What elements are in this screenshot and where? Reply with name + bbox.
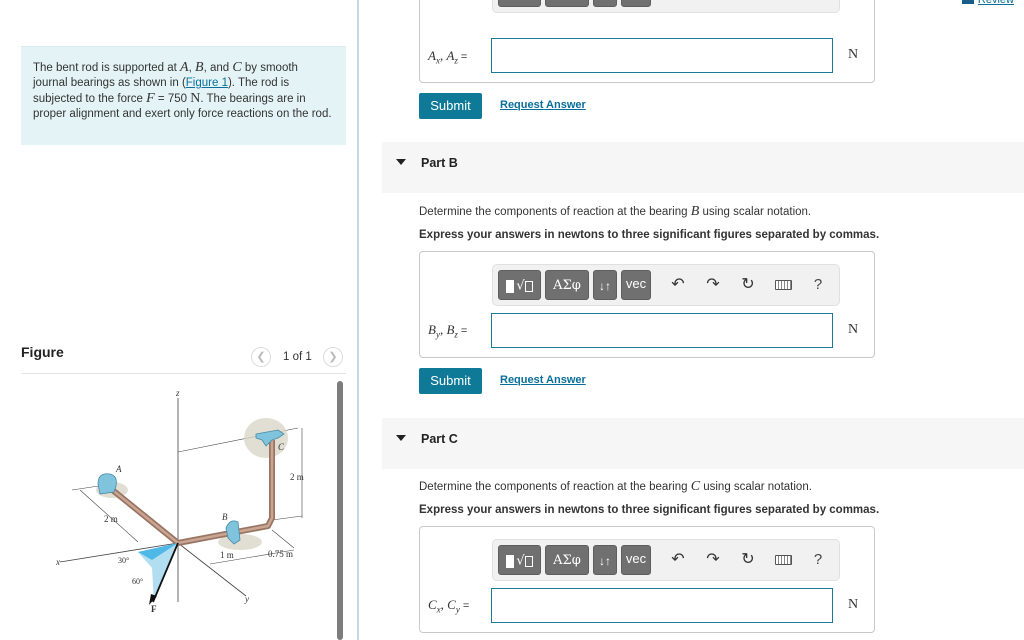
label-dimension-1m: 1 m <box>220 550 234 560</box>
part-a-answer-box: Ax, Az = N <box>419 0 875 83</box>
arrows-button[interactable]: ↓↑ <box>593 270 617 300</box>
fraction-root-template-button[interactable]: √ <box>498 545 541 575</box>
fraction-root-template-button[interactable]: √ <box>498 270 541 300</box>
greek-symbols-button[interactable]: ΑΣφ <box>545 545 589 575</box>
part-c-variable-label: Cx, Cy = <box>428 597 470 615</box>
part-b-title: Part B <box>421 156 458 170</box>
label-c: C <box>278 442 285 452</box>
label-dimension-075m: 0.75 m <box>268 549 293 559</box>
bearing-a <box>97 473 117 495</box>
greek-symbols-button[interactable] <box>545 0 589 7</box>
part-b-header[interactable]: Part B <box>382 142 1024 193</box>
book-icon <box>961 0 974 4</box>
problem-statement: The bent rod is supported at A, B, and C… <box>21 46 346 145</box>
bent-rod-diagram: z x y A B C F 2 m 2 m 1 m 0.75 m 30° 60° <box>55 388 304 614</box>
part-b-unit: N <box>848 322 859 337</box>
vector-button[interactable] <box>621 0 651 7</box>
figure-title: Figure <box>21 344 64 360</box>
part-c-answer-box: √ ΑΣφ ↓↑ vec ↶ ↷ ↻ ? Cx, Cy = N <box>419 526 875 633</box>
part-a-request-answer-link[interactable]: Request Answer <box>500 99 586 111</box>
undo-icon[interactable]: ↶ <box>666 273 690 297</box>
chevron-right-icon[interactable]: ❯ <box>323 347 343 367</box>
figure-header: Figure ❮ 1 of 1 ❯ <box>21 342 346 374</box>
part-c-instruction: Determine the components of reaction at … <box>419 479 812 494</box>
part-a-unit: N <box>848 47 859 62</box>
label-angle-30: 30° <box>118 556 129 565</box>
y-axis <box>177 542 247 597</box>
label-dimension-2m-vertical: 2 m <box>290 472 304 482</box>
figure-pager: 1 of 1 <box>283 351 312 363</box>
part-c-unit: N <box>848 597 859 612</box>
part-b-submit-button[interactable]: Submit <box>419 368 482 394</box>
arrows-button[interactable]: ↓↑ <box>593 545 617 575</box>
fraction-root-template-button[interactable] <box>498 0 541 7</box>
undo-icon[interactable]: ↶ <box>666 548 690 572</box>
redo-icon[interactable]: ↷ <box>701 548 725 572</box>
guide-line <box>271 529 295 549</box>
problem-text: , and <box>203 62 233 74</box>
redo-icon[interactable]: ↷ <box>701 273 725 297</box>
part-c-header[interactable]: Part C <box>382 418 1024 469</box>
reset-icon[interactable]: ↻ <box>736 548 760 572</box>
review-link[interactable]: Review <box>961 0 1014 6</box>
label-x-axis: x <box>55 557 60 567</box>
part-b-answer-input[interactable] <box>491 313 833 348</box>
keyboard-icon[interactable] <box>771 273 795 297</box>
problem-text: = 750 <box>154 93 191 105</box>
part-a-answer-input[interactable] <box>491 38 833 73</box>
part-b-answer-box: √ ΑΣφ ↓↑ vec ↶ ↷ ↻ ? By, Bz = N <box>419 251 875 358</box>
var-a: A <box>180 60 189 75</box>
math-toolbar: √ ΑΣφ ↓↑ vec ↶ ↷ ↻ ? <box>492 539 840 581</box>
label-dimension-2m: 2 m <box>104 514 118 524</box>
part-b-format-note: Express your answers in newtons to three… <box>419 229 880 241</box>
caret-down-icon <box>396 159 406 165</box>
var-c: C <box>232 60 242 75</box>
arrows-button[interactable] <box>593 0 617 7</box>
var-f: F <box>146 91 155 106</box>
part-c-answer-input[interactable] <box>491 588 833 623</box>
caret-down-icon <box>396 435 406 441</box>
label-angle-60: 60° <box>132 577 143 586</box>
part-c-format-note: Express your answers in newtons to three… <box>419 504 880 516</box>
vector-button[interactable]: vec <box>621 270 651 300</box>
chevron-left-icon[interactable]: ❮ <box>251 347 271 367</box>
part-b-variable-label: By, Bz = <box>428 322 468 340</box>
keyboard-icon[interactable] <box>771 548 795 572</box>
fraction-root-template-icon: √ <box>506 271 533 302</box>
help-button[interactable]: ? <box>806 273 830 297</box>
figure-link[interactable]: Figure 1 <box>186 77 228 89</box>
vector-button[interactable]: vec <box>621 545 651 575</box>
label-b: B <box>222 512 228 522</box>
help-button[interactable]: ? <box>806 548 830 572</box>
left-pane: The bent rod is supported at A, B, and C… <box>0 0 358 640</box>
label-z-axis: z <box>175 388 180 398</box>
math-toolbar <box>492 0 840 13</box>
review-label: Review <box>977 0 1014 6</box>
reset-icon[interactable]: ↻ <box>736 273 760 297</box>
figure-scrollbar[interactable] <box>337 381 343 640</box>
part-a-submit-button[interactable]: Submit <box>419 93 482 119</box>
part-b-request-answer-link[interactable]: Request Answer <box>500 374 586 386</box>
label-y-axis: y <box>244 594 249 604</box>
unit-newton: N <box>190 91 201 106</box>
part-c-title: Part C <box>421 432 458 446</box>
fraction-root-template-icon: √ <box>506 546 533 577</box>
guide-line <box>271 515 303 521</box>
math-toolbar: √ ΑΣφ ↓↑ vec ↶ ↷ ↻ ? <box>492 264 840 306</box>
part-a-variable-label: Ax, Az = <box>428 48 468 66</box>
label-a: A <box>115 464 122 474</box>
greek-symbols-button[interactable]: ΑΣφ <box>545 270 589 300</box>
figure-image: z x y A B C F 2 m 2 m 1 m 0.75 m 30° 60° <box>40 380 330 640</box>
part-b-instruction: Determine the components of reaction at … <box>419 204 812 219</box>
problem-text: The bent rod is supported at <box>33 62 181 74</box>
label-f: F <box>151 604 157 614</box>
right-pane: Review Ax, Az = N Submit Request Answer P… <box>359 0 1024 640</box>
var-b: B <box>195 60 204 75</box>
bent-rod <box>108 440 275 546</box>
